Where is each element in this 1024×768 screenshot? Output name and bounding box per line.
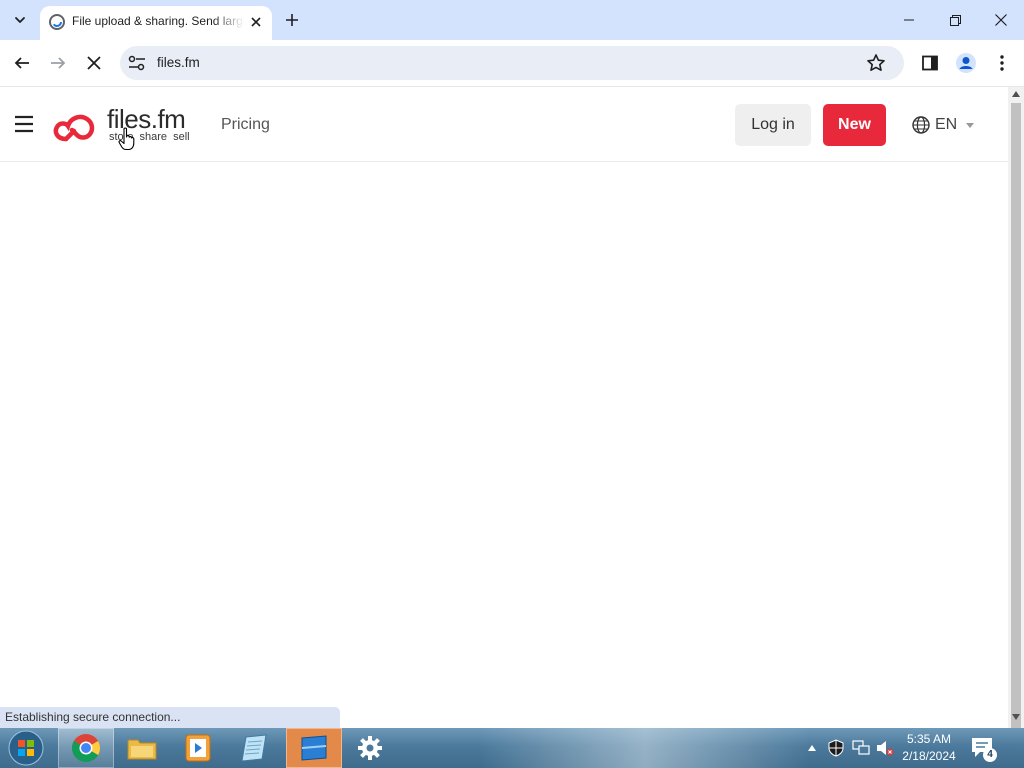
profile-icon xyxy=(956,53,976,73)
new-tab-button[interactable] xyxy=(280,8,304,32)
site-header: files.fm store share sell Pricing Log in… xyxy=(0,87,1008,162)
tab-close-button[interactable] xyxy=(246,12,266,32)
tray-show-hidden[interactable] xyxy=(804,728,820,768)
notification-count-badge: 4 xyxy=(983,748,997,762)
windows-start-icon xyxy=(8,730,44,766)
taskbar-app[interactable] xyxy=(286,728,342,768)
close-window-button[interactable] xyxy=(978,0,1024,40)
url-text[interactable]: files.fm xyxy=(157,55,200,70)
globe-icon xyxy=(912,116,930,134)
hand-cursor-icon xyxy=(118,127,135,151)
profile-button[interactable] xyxy=(950,47,982,79)
forward-button[interactable] xyxy=(42,47,74,79)
status-bubble: Establishing secure connection... xyxy=(0,707,340,728)
app-icon xyxy=(301,735,327,761)
cloud-logo-icon xyxy=(53,114,95,142)
nav-pricing-link[interactable]: Pricing xyxy=(221,116,270,134)
media-player-icon xyxy=(185,734,211,762)
forward-arrow-icon xyxy=(51,57,66,69)
tab-title: File upload & sharing. Send large files xyxy=(72,14,244,28)
network-icon xyxy=(852,740,870,755)
shield-icon xyxy=(828,739,844,757)
folder-icon xyxy=(127,739,157,760)
taskbar-media-player[interactable] xyxy=(170,728,226,768)
stop-loading-button[interactable] xyxy=(78,47,110,79)
caret-down-icon xyxy=(966,122,975,128)
close-icon xyxy=(251,17,261,27)
stop-loading-icon xyxy=(87,56,101,70)
new-button[interactable]: New xyxy=(823,104,886,146)
tray-security[interactable] xyxy=(826,728,846,768)
scroll-up-arrow-icon[interactable] xyxy=(1012,91,1020,97)
minimize-icon xyxy=(904,19,914,21)
notepad-icon xyxy=(241,734,267,762)
taskbar-settings[interactable] xyxy=(342,728,398,768)
tab-search-button[interactable] xyxy=(6,7,34,33)
clock-time: 5:35 AM xyxy=(906,732,952,746)
windows-taskbar: 5:35 AM 2/18/2024 4 xyxy=(0,728,1024,768)
restore-icon xyxy=(949,14,961,26)
tray-volume[interactable] xyxy=(874,728,896,768)
address-bar[interactable]: files.fm xyxy=(120,46,904,80)
language-label: EN xyxy=(935,116,958,133)
web-page: files.fm store share sell Pricing Log in… xyxy=(0,87,1008,728)
taskbar-chrome[interactable] xyxy=(58,728,114,768)
start-button[interactable] xyxy=(6,729,46,767)
plus-icon xyxy=(286,14,298,26)
site-info-icon[interactable] xyxy=(128,55,146,71)
star-icon[interactable] xyxy=(866,53,886,73)
side-panel-icon xyxy=(922,55,938,71)
system-clock[interactable]: 5:35 AM 2/18/2024 xyxy=(898,731,960,765)
login-button[interactable]: Log in xyxy=(735,104,811,146)
taskbar-notepad[interactable] xyxy=(226,728,282,768)
minimize-button[interactable] xyxy=(886,0,932,40)
language-selector[interactable]: EN xyxy=(912,115,975,135)
scroll-down-arrow-icon[interactable] xyxy=(1012,714,1020,720)
browser-toolbar: files.fm xyxy=(0,40,1024,87)
back-button[interactable] xyxy=(6,47,38,79)
tab-search-icon xyxy=(15,17,25,23)
volume-muted-icon xyxy=(877,741,894,756)
hamburger-icon[interactable] xyxy=(14,114,34,134)
restore-button[interactable] xyxy=(932,0,978,40)
taskbar-explorer[interactable] xyxy=(114,728,170,768)
active-tab[interactable]: File upload & sharing. Send large files xyxy=(40,6,272,40)
scrollbar-thumb[interactable] xyxy=(1011,103,1021,733)
more-icon xyxy=(1000,55,1004,71)
settings-gear-icon xyxy=(358,736,382,760)
browser-tab-bar: File upload & sharing. Send large files xyxy=(0,0,1024,40)
side-panel-button[interactable] xyxy=(914,47,946,79)
page-scrollbar[interactable] xyxy=(1008,87,1024,733)
clock-date: 2/18/2024 xyxy=(902,749,956,763)
more-menu-button[interactable] xyxy=(986,47,1018,79)
back-arrow-icon xyxy=(14,57,29,69)
close-icon xyxy=(995,14,1007,26)
tray-network[interactable] xyxy=(850,728,872,768)
chrome-icon xyxy=(72,734,100,762)
favicon-icon xyxy=(49,14,65,30)
tray-up-arrow-icon xyxy=(808,745,816,751)
taskbar-glare xyxy=(480,728,810,768)
